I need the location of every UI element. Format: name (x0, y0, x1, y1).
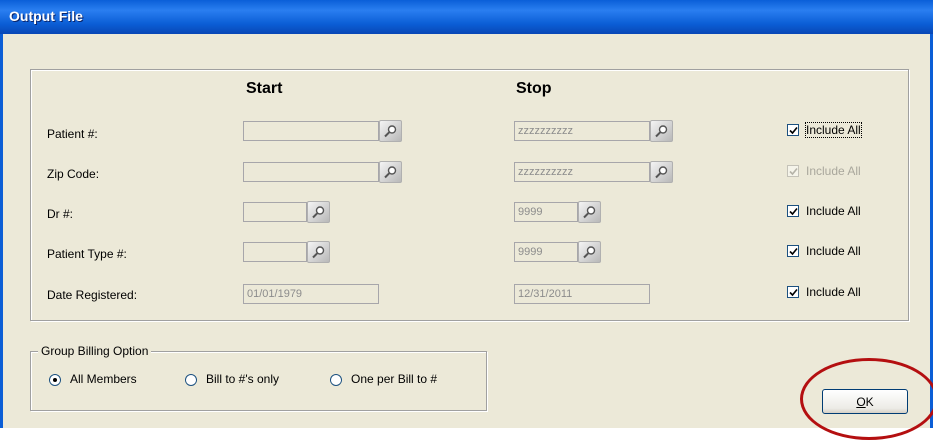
all-members-label[interactable]: All Members (70, 372, 137, 386)
zip-code-start-field[interactable] (243, 162, 379, 182)
patient-number-start-field[interactable] (243, 121, 379, 141)
dr-number-include-all-label[interactable]: Include All (806, 204, 861, 218)
patient-number-stop-field[interactable]: zzzzzzzzzz (514, 121, 650, 141)
title-bar[interactable]: Output File (0, 0, 933, 34)
magnifier-icon (655, 166, 668, 179)
range-panel (30, 69, 909, 321)
checkmark-icon (789, 126, 798, 135)
magnifier-icon (312, 246, 325, 259)
date-registered-include-all-checkbox[interactable] (787, 286, 799, 298)
zip-code-stop-lookup-button[interactable] (650, 161, 673, 183)
ok-label-rest: K (865, 394, 874, 409)
dr-number-label: Dr #: (47, 207, 74, 221)
date-registered-label: Date Registered: (47, 288, 138, 302)
patient-type-stop-lookup-button[interactable] (578, 241, 601, 263)
patient-number-include-all-label[interactable]: Include All (805, 122, 862, 138)
bill-to-only-label[interactable]: Bill to #'s only (206, 372, 279, 386)
window-border-left (0, 34, 3, 428)
checkmark-icon (789, 288, 798, 297)
patient-type-include-all-label[interactable]: Include All (806, 244, 861, 258)
dr-number-include-all-checkbox[interactable] (787, 205, 799, 217)
dr-number-start-lookup-button[interactable] (307, 201, 330, 223)
magnifier-icon (655, 125, 668, 138)
patient-type-start-lookup-button[interactable] (307, 241, 330, 263)
all-members-radio[interactable] (49, 374, 61, 386)
start-column-header: Start (246, 80, 283, 97)
one-per-bill-to-radio[interactable] (330, 374, 342, 386)
dr-number-start-field[interactable] (243, 202, 307, 222)
one-per-bill-to-label[interactable]: One per Bill to # (351, 372, 437, 386)
patient-type-include-all-checkbox[interactable] (787, 245, 799, 257)
stop-column-header: Stop (516, 80, 552, 97)
checkmark-icon (789, 207, 798, 216)
zip-code-include-all-checkbox (787, 165, 799, 177)
patient-type-label: Patient Type #: (47, 247, 127, 261)
magnifier-icon (583, 246, 596, 259)
output-file-window: Output File Start Stop Patient #: zzzzzz… (0, 0, 933, 440)
patient-number-start-lookup-button[interactable] (379, 120, 402, 142)
zip-code-include-all-label: Include All (806, 164, 861, 178)
checkmark-icon (789, 247, 798, 256)
dr-number-stop-field[interactable]: 9999 (514, 202, 578, 222)
checkmark-icon (789, 167, 798, 176)
magnifier-icon (384, 125, 397, 138)
date-registered-start-field[interactable]: 01/01/1979 (243, 284, 379, 304)
date-registered-include-all-label[interactable]: Include All (806, 285, 861, 299)
magnifier-icon (312, 206, 325, 219)
magnifier-icon (384, 166, 397, 179)
zip-code-label: Zip Code: (47, 167, 100, 181)
patient-type-start-field[interactable] (243, 242, 307, 262)
dr-number-stop-lookup-button[interactable] (578, 201, 601, 223)
bill-to-only-radio[interactable] (185, 374, 197, 386)
window-title: Output File (9, 8, 83, 24)
patient-number-stop-lookup-button[interactable] (650, 120, 673, 142)
ok-accelerator: O (856, 394, 866, 409)
zip-code-stop-field[interactable]: zzzzzzzzzz (514, 162, 650, 182)
magnifier-icon (583, 206, 596, 219)
patient-number-include-all-checkbox[interactable] (787, 124, 799, 136)
zip-code-start-lookup-button[interactable] (379, 161, 402, 183)
ok-button[interactable]: OK (822, 389, 908, 414)
group-billing-legend: Group Billing Option (38, 344, 152, 358)
date-registered-stop-field[interactable]: 12/31/2011 (514, 284, 650, 304)
patient-type-stop-field[interactable]: 9999 (514, 242, 578, 262)
patient-number-label: Patient #: (47, 127, 98, 141)
